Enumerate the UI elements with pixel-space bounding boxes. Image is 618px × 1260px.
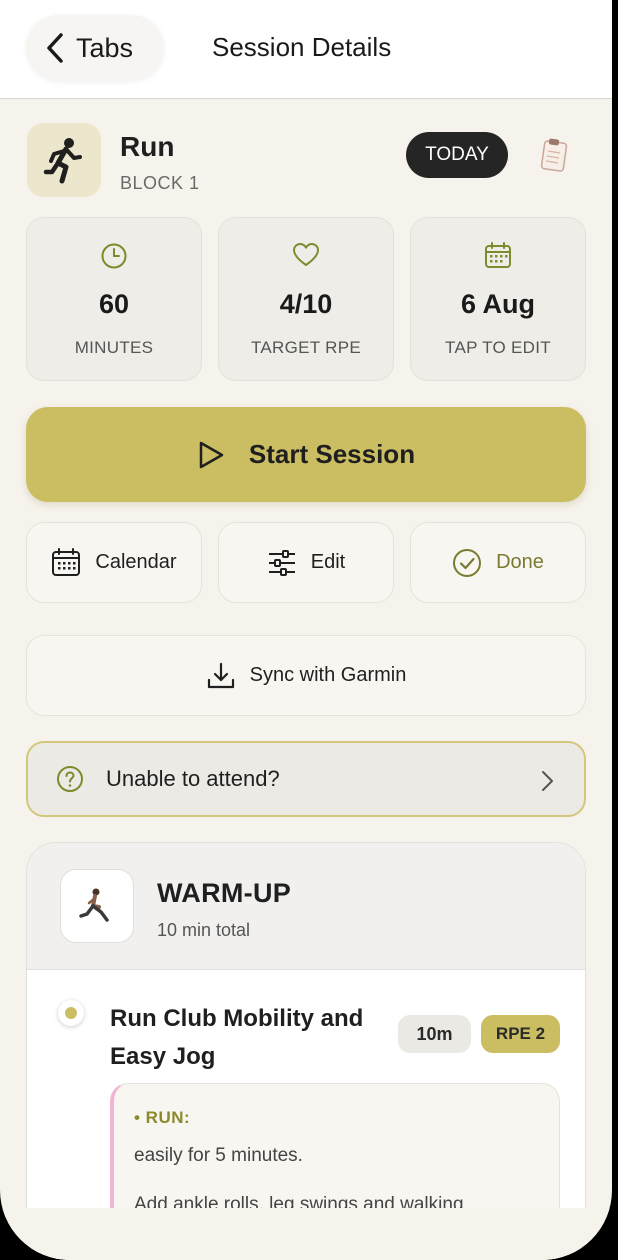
- stat-date[interactable]: 6 Aug TAP TO EDIT: [410, 217, 586, 381]
- stat-value: 4/10: [279, 289, 333, 319]
- running-icon: [27, 123, 101, 197]
- stat-value: 60: [98, 289, 130, 319]
- clock-icon: [27, 242, 201, 270]
- device-bezel: [612, 0, 618, 1260]
- stat-value: 6 Aug: [461, 289, 535, 319]
- unable-label: Unable to attend?: [106, 766, 280, 791]
- sync-label: Sync with Garmin: [249, 664, 407, 686]
- top-bar: Tabs Session Details: [0, 0, 612, 99]
- calendar-button[interactable]: Calendar: [26, 522, 202, 603]
- warmup-card: WARM-UP 10 min total Run Club Mobility a…: [26, 842, 586, 1260]
- stat-label: TAP TO EDIT: [445, 338, 551, 357]
- check-circle-icon: [453, 548, 482, 577]
- stat-label: MINUTES: [74, 338, 154, 357]
- done-button[interactable]: Done: [410, 522, 586, 603]
- lunge-figure-icon: [60, 869, 134, 943]
- stat-label: TARGET RPE: [250, 338, 362, 357]
- phone-screen: Tabs Session Details Run BLOCK 1 TODAY 6…: [0, 0, 612, 1260]
- help-circle-icon: [57, 766, 83, 792]
- activity-title: Run: [120, 131, 175, 162]
- back-label: Tabs: [76, 32, 134, 63]
- clipboard-icon[interactable]: [540, 138, 568, 177]
- stat-duration: 60 MINUTES: [26, 217, 202, 381]
- chevron-right-icon: [542, 771, 553, 791]
- download-icon: [207, 662, 234, 688]
- notes-tag: • RUN:: [134, 1108, 191, 1127]
- calendar-label: Calendar: [95, 551, 177, 573]
- unable-to-attend-row[interactable]: Unable to attend?: [26, 741, 586, 817]
- duration-pill: 10m: [398, 1015, 471, 1053]
- heart-icon: [219, 242, 393, 268]
- bottom-edge: [0, 1208, 612, 1260]
- exercise-title: Run Club Mobility and Easy Jog: [110, 1005, 364, 1070]
- notes-line: easily for 5 minutes.: [134, 1145, 303, 1166]
- block-label: BLOCK 1: [120, 173, 200, 193]
- back-button[interactable]: Tabs: [26, 15, 164, 81]
- exercise-status-dot[interactable]: [58, 1000, 84, 1026]
- rpe-pill: RPE 2: [481, 1015, 560, 1053]
- calendar-icon: [411, 242, 585, 270]
- stat-rpe: 4/10 TARGET RPE: [218, 217, 394, 381]
- page-title: Session Details: [212, 32, 392, 62]
- play-icon: [199, 441, 224, 468]
- today-badge: TODAY: [406, 132, 508, 178]
- calendar-icon: [52, 547, 81, 576]
- edit-label: Edit: [310, 551, 346, 573]
- start-session-label: Start Session: [248, 439, 416, 469]
- sliders-icon: [268, 549, 295, 576]
- edit-button[interactable]: Edit: [218, 522, 394, 603]
- chevron-left-icon: [47, 33, 63, 63]
- sync-garmin-button[interactable]: Sync with Garmin: [26, 635, 586, 716]
- section-title: WARM-UP: [157, 878, 292, 908]
- section-subtitle: 10 min total: [157, 920, 251, 940]
- done-label: Done: [496, 551, 544, 573]
- start-session-button[interactable]: Start Session: [26, 407, 586, 502]
- warmup-header[interactable]: WARM-UP 10 min total: [27, 843, 585, 970]
